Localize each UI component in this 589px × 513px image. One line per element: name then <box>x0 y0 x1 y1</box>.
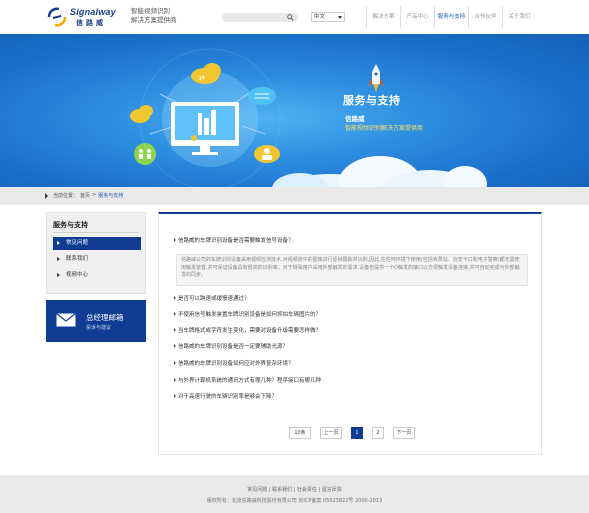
gear-icon <box>191 135 197 141</box>
banner-illustration: ⇄ <box>130 48 487 187</box>
banner-brand: 信路威 <box>345 115 365 123</box>
signalway-logo-icon <box>47 7 67 27</box>
sidebar-menu: 服务与支持 常见问题 联系我们 视频中心 <box>46 212 146 294</box>
search-icon[interactable] <box>287 14 294 21</box>
sidebar-item-contact[interactable]: 联系我们 <box>53 253 141 266</box>
nav-item-about[interactable]: 关于我们 <box>502 6 536 28</box>
footer-links[interactable]: 常见问题 | 联系我们 | 社会责任 | 留言反馈 <box>0 486 589 493</box>
faq-question[interactable]: 与外界计算机系统的通讯方式有哪几种？程序接口有哪几种 <box>174 376 321 384</box>
sidebar-item-label: 常见问题 <box>66 240 89 246</box>
faq-question-text: 不使用信号触发装置车牌识别设备是如何抓拍车辆图片的？ <box>178 312 322 318</box>
sidebar-divider <box>53 232 139 233</box>
slogan: 智能视频识别 解决方案提供商 <box>131 7 177 25</box>
faq-question[interactable]: 是否可以跨速或缓慢速通过？ <box>174 294 250 302</box>
slogan-line-2: 解决方案提供商 <box>131 16 177 24</box>
bullet-arrow-icon <box>57 241 60 245</box>
logo-chinese-text: 信路威 <box>76 19 106 27</box>
svg-text:⇄: ⇄ <box>199 74 205 82</box>
nav-item-solutions[interactable]: 解决方案 <box>366 6 400 28</box>
sidebar: 服务与支持 常见问题 联系我们 视频中心 总经理邮箱 投诉与建议 <box>46 212 146 342</box>
site-footer: 常见问题 | 联系我们 | 社会责任 | 留言反馈 版权所有：北京信路威科技股份… <box>0 475 589 513</box>
envelope-icon <box>56 313 76 327</box>
logo[interactable]: Signalway 信路威 <box>46 6 126 28</box>
sidebar-title: 服务与支持 <box>53 221 88 229</box>
search-input[interactable] <box>226 13 288 22</box>
faq-question-text: 是否可以跨速或缓慢速通过？ <box>178 296 250 302</box>
bullet-arrow-icon <box>174 328 176 332</box>
language-value: 中文 <box>314 14 326 20</box>
nav-item-partners[interactable]: 合作伙伴 <box>468 6 502 28</box>
faq-question[interactable]: 信路威的车牌识别设备是否需要触发信号设备？ <box>174 236 294 244</box>
sidebar-item-label: 联系我们 <box>66 256 89 262</box>
chevron-down-icon <box>338 16 342 19</box>
hero-banner: ⇄ 服务与支持 信路威 智能视频识别解决方案提供商 <box>0 34 589 187</box>
faq-answer: 信路威公司的车牌识别设备采用视频检测技术,对视频流中的图像进行逐帧跟踪并识别,因… <box>176 254 528 286</box>
faq-question[interactable]: 信路威的车牌识别设备如何应对外界复杂环境？ <box>174 359 294 367</box>
bullet-arrow-icon <box>174 312 176 316</box>
breadcrumb-current[interactable]: 服务与支持 <box>98 192 123 199</box>
sidebar-item-faq[interactable]: 常见问题 <box>53 237 141 250</box>
faq-question-text: 当车牌格式或字符发生变化，需要对设备升级需要怎样做？ <box>178 328 322 334</box>
breadcrumb-separator: > <box>92 192 97 198</box>
breadcrumb-home[interactable]: 首页 <box>80 192 90 199</box>
breadcrumb-bar: 当前位置： 首页 > 服务与支持 <box>0 187 589 205</box>
rocket-icon <box>368 64 384 92</box>
faq-question[interactable]: 信路威的车牌识别设备是否一定要辅助光源？ <box>174 342 288 350</box>
sidebar-item-label: 视频中心 <box>66 272 89 278</box>
banner-subtitle: 智能视频识别解决方案提供商 <box>345 125 424 132</box>
breadcrumb: 当前位置： 首页 > 服务与支持 <box>53 192 123 199</box>
faq-panel: 信路威的车牌识别设备是否需要触发信号设备？ 信路威公司的车牌识别设备采用视频检测… <box>158 212 542 455</box>
faq-question-text: 对于高速行驶的车辆识别率是够会下降？ <box>178 394 278 400</box>
ceo-mailbox-button[interactable]: 总经理邮箱 投诉与建议 <box>46 300 146 342</box>
faq-question[interactable]: 不使用信号触发装置车牌识别设备是如何抓拍车辆图片的？ <box>174 310 321 318</box>
banner-title: 服务与支持 <box>343 94 401 107</box>
language-select[interactable]: 中文 <box>311 12 345 22</box>
user-cloud-icon <box>254 145 280 163</box>
faq-question-text: 信路威的车牌识别设备是否一定要辅助光源？ <box>178 344 289 350</box>
site-header: Signalway 信路威 智能视频识别 解决方案提供商 中文 解决方案 产品中… <box>0 0 589 34</box>
pagination-prev-button[interactable]: 上一页 <box>320 427 342 439</box>
slogan-line-1: 智能视频识别 <box>131 7 170 15</box>
people-icon <box>134 143 156 165</box>
main-nav: 解决方案 产品中心 服务与支持 合作伙伴 关于我们 <box>366 6 536 28</box>
search-box <box>222 13 298 22</box>
bullet-arrow-icon <box>174 296 176 300</box>
pagination-next-button[interactable]: 下一页 <box>393 427 415 439</box>
breadcrumb-arrow-icon <box>45 193 48 199</box>
footer-copyright: 版权所有：北京信路威科技股份有限公司 京ICP备案 05023822号 2000… <box>206 498 383 504</box>
pagination: 10条 上一页 1 2 下一页 <box>289 427 415 439</box>
logo-english-text: Signalway <box>70 7 116 17</box>
faq-question-text: 与外界计算机系统的通讯方式有哪几种？程序接口有哪几种 <box>178 378 322 384</box>
nav-item-products[interactable]: 产品中心 <box>400 6 434 28</box>
bullet-arrow-icon <box>174 344 176 348</box>
bullet-arrow-icon <box>174 394 176 398</box>
pagination-page-1[interactable]: 1 <box>351 427 363 439</box>
bullet-arrow-icon <box>57 273 60 277</box>
pagination-total: 10条 <box>289 427 311 439</box>
pagination-page-2[interactable]: 2 <box>372 427 384 439</box>
faq-question-text: 信路威的车牌识别设备是否需要触发信号设备？ <box>178 238 294 244</box>
mailbox-title: 总经理邮箱 <box>86 313 124 322</box>
faq-question[interactable]: 对于高速行驶的车辆识别率是够会下降？ <box>174 392 277 400</box>
mailbox-subtitle: 投诉与建议 <box>86 325 112 331</box>
cloud-upload-icon <box>130 105 153 123</box>
bullet-arrow-icon <box>174 238 176 242</box>
sidebar-item-video[interactable]: 视频中心 <box>53 269 141 282</box>
faq-question-text: 信路威的车牌识别设备如何应对外界复杂环境？ <box>178 361 294 367</box>
bullet-arrow-icon <box>174 361 176 365</box>
bullet-arrow-icon <box>57 257 60 261</box>
faq-question[interactable]: 当车牌格式或字符发生变化，需要对设备升级需要怎样做？ <box>174 326 321 334</box>
nav-item-service-support[interactable]: 服务与支持 <box>434 6 468 28</box>
bullet-arrow-icon <box>174 378 176 382</box>
breadcrumb-prefix: 当前位置： <box>53 193 79 199</box>
cloud-lines-icon <box>248 87 276 105</box>
